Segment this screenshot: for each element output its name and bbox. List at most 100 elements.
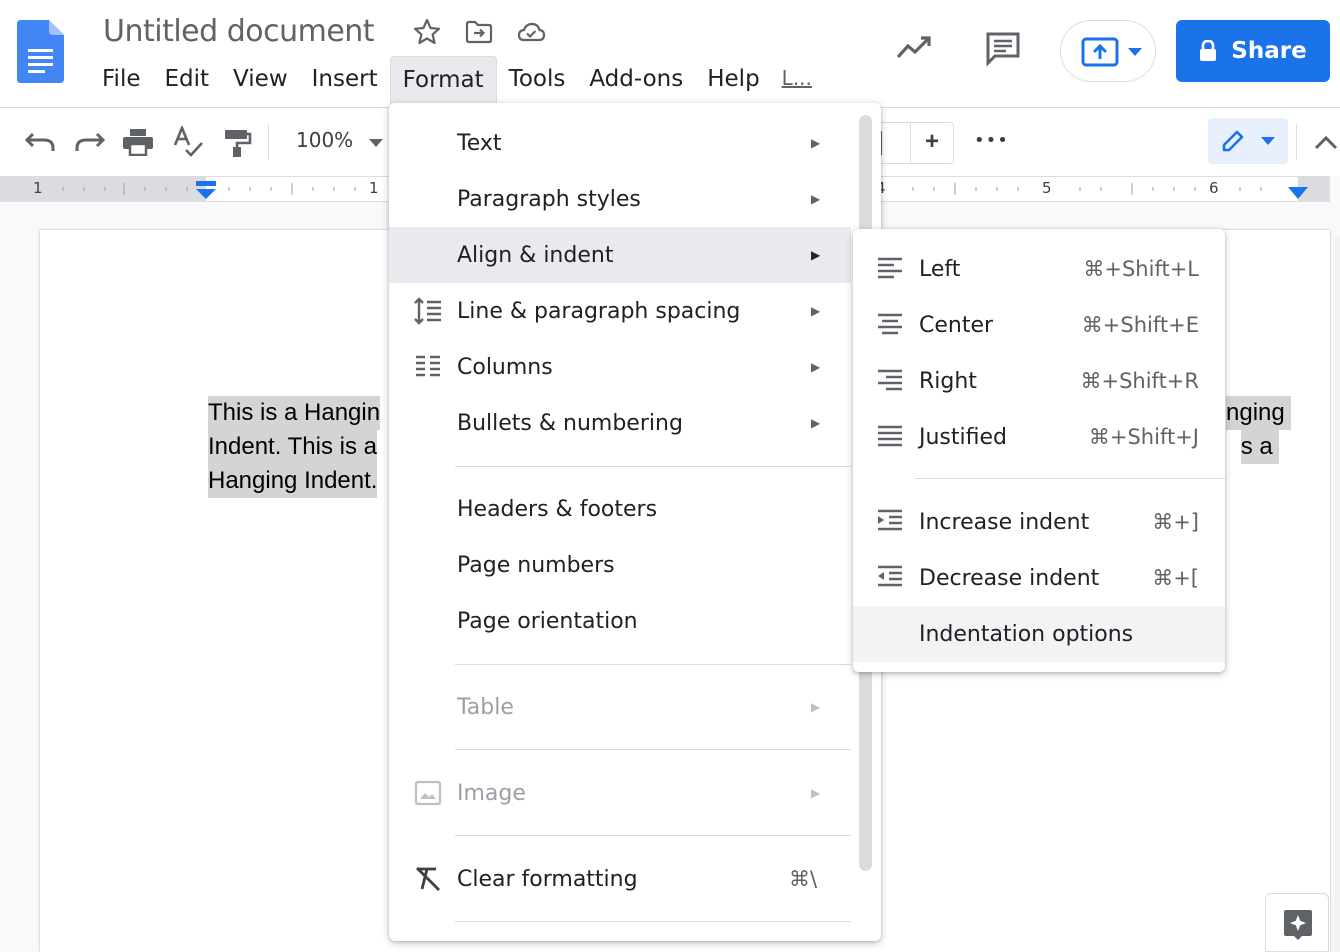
- text-line: Indent. This is a: [208, 430, 377, 464]
- menu-item-label: Table: [457, 694, 514, 720]
- submenu-item-right[interactable]: Right ⌘+Shift+R: [853, 353, 1225, 409]
- submenu-item-indentation-options[interactable]: Indentation options: [853, 606, 1225, 662]
- redo-icon[interactable]: [74, 130, 106, 154]
- increase-font-icon[interactable]: +: [910, 122, 954, 164]
- menu-item-shortcut: ⌘+Shift+L: [1083, 257, 1199, 281]
- image-icon: [414, 780, 442, 806]
- submenu-item-center[interactable]: Center ⌘+Shift+E: [853, 297, 1225, 353]
- submenu-arrow-icon: ▶: [811, 192, 821, 206]
- format-menu-item-page-numbers[interactable]: Page numbers: [389, 537, 851, 593]
- last-edit-link[interactable]: L...: [772, 56, 822, 104]
- menu-item-label: Text: [457, 130, 502, 156]
- page-text-left[interactable]: This is a Hangin Indent. This is a Hangi…: [208, 396, 381, 498]
- menu-item-shortcut: ⌘\: [789, 867, 818, 891]
- format-menu-item-table: Table ▶: [389, 679, 851, 735]
- menu-item-shortcut: ⌘+[: [1152, 566, 1199, 590]
- format-menu-item-clear-formatting[interactable]: Clear formatting ⌘\: [389, 851, 851, 907]
- move-to-folder-icon[interactable]: [464, 17, 494, 47]
- submenu-item-left[interactable]: Left ⌘+Shift+L: [853, 241, 1225, 297]
- menu-item-label: Image: [457, 780, 526, 806]
- google-docs-logo-icon[interactable]: [17, 20, 64, 83]
- comments-icon[interactable]: [984, 30, 1022, 68]
- menu-item-label: Center: [919, 312, 994, 338]
- paint-format-icon[interactable]: [222, 128, 252, 158]
- menu-file[interactable]: File: [90, 56, 153, 104]
- format-menu-item-columns[interactable]: Columns ▶: [389, 339, 851, 395]
- align-left-icon: [878, 257, 902, 279]
- menu-divider: [455, 664, 851, 665]
- format-menu-item-bullets[interactable]: Bullets & numbering ▶: [389, 395, 851, 451]
- menu-item-label: Bullets & numbering: [457, 410, 683, 436]
- menu-item-label: Justified: [919, 424, 1007, 450]
- menu-item-label: Line & paragraph spacing: [457, 298, 741, 324]
- menu-add-ons[interactable]: Add-ons: [577, 56, 695, 104]
- menu-item-label: Align & indent: [457, 242, 614, 268]
- font-size-box[interactable]: [880, 122, 912, 164]
- menu-item-label: Columns: [457, 354, 553, 380]
- format-menu-item-page-orientation[interactable]: Page orientation: [389, 593, 851, 649]
- submenu-arrow-icon: ▶: [811, 360, 821, 374]
- menu-insert[interactable]: Insert: [300, 56, 390, 104]
- toolbar-separator-right: [1296, 124, 1297, 160]
- format-menu-item-paragraph-styles[interactable]: Paragraph styles ▶: [389, 171, 851, 227]
- spellcheck-icon[interactable]: [172, 126, 204, 158]
- submenu-arrow-icon: ▶: [811, 700, 821, 714]
- present-dropdown-icon[interactable]: [1127, 47, 1143, 57]
- present-icon: [1081, 37, 1119, 67]
- document-title[interactable]: Untitled document: [103, 14, 375, 49]
- menu-item-shortcut: ⌘+]: [1152, 510, 1199, 534]
- menu-help[interactable]: Help: [695, 56, 771, 104]
- menu-item-label: Left: [919, 256, 961, 282]
- format-menu-item-line-spacing[interactable]: Line & paragraph spacing ▶: [389, 283, 851, 339]
- page-text-right[interactable]: nging s a: [1226, 396, 1291, 464]
- zoom-select[interactable]: 100%: [296, 128, 353, 152]
- menu-item-label: Paragraph styles: [457, 186, 641, 212]
- format-menu-item-headers-footers[interactable]: Headers & footers: [389, 481, 851, 537]
- zoom-dropdown-icon[interactable]: [368, 138, 384, 148]
- menu-item-label: Decrease indent: [919, 565, 1100, 591]
- menu-item-label: Indentation options: [919, 621, 1134, 647]
- share-button[interactable]: Share: [1176, 20, 1330, 82]
- text-line: Hanging Indent.: [208, 464, 378, 498]
- explore-button[interactable]: [1265, 893, 1329, 952]
- left-indent-marker-icon[interactable]: [195, 180, 217, 200]
- menu-item-label: Increase indent: [919, 509, 1090, 535]
- submenu-arrow-icon: ▶: [811, 136, 821, 150]
- text-line: This is a Hangin: [208, 396, 381, 430]
- menu-item-label: Page numbers: [457, 552, 615, 578]
- undo-icon[interactable]: [24, 130, 56, 154]
- menu-divider: [455, 466, 851, 467]
- menu-format[interactable]: Format: [389, 56, 497, 104]
- align-indent-submenu: Left ⌘+Shift+L Center ⌘+Shift+E Right ⌘+…: [853, 229, 1225, 672]
- menu-tools[interactable]: Tools: [497, 56, 578, 104]
- explore-icon: [1284, 910, 1312, 940]
- menu-edit[interactable]: Edit: [153, 56, 222, 104]
- submenu-item-justified[interactable]: Justified ⌘+Shift+J: [853, 409, 1225, 465]
- star-icon[interactable]: [412, 17, 442, 47]
- submenu-arrow-icon: ▶: [811, 304, 821, 318]
- submenu-item-increase-indent[interactable]: Increase indent ⌘+]: [853, 494, 1225, 550]
- menu-item-shortcut: ⌘+Shift+E: [1081, 313, 1199, 337]
- menu-view[interactable]: View: [221, 56, 300, 104]
- line-spacing-icon: [414, 297, 441, 325]
- menu-divider: [455, 835, 851, 836]
- columns-icon: [416, 355, 440, 377]
- align-right-icon: [878, 369, 902, 391]
- print-icon[interactable]: [122, 128, 154, 156]
- menu-item-shortcut: ⌘+Shift+J: [1088, 425, 1199, 449]
- clear-formatting-icon: [416, 867, 440, 891]
- format-menu-item-text[interactable]: Text ▶: [389, 115, 851, 171]
- page-scrollbar[interactable]: [1334, 236, 1340, 952]
- more-icon[interactable]: •••: [974, 130, 1009, 151]
- format-menu-item-align-indent[interactable]: Align & indent ▶: [389, 227, 851, 283]
- edit-mode-button[interactable]: [1208, 118, 1288, 164]
- collapse-icon[interactable]: [1314, 134, 1338, 150]
- activity-dashboard-icon[interactable]: [895, 33, 933, 63]
- right-indent-marker-icon[interactable]: [1287, 186, 1309, 200]
- submenu-item-decrease-indent[interactable]: Decrease indent ⌘+[: [853, 550, 1225, 606]
- edit-mode-dropdown-icon: [1261, 137, 1275, 145]
- menu-divider: [455, 749, 851, 750]
- format-menu: Text ▶ Paragraph styles ▶ Align & indent…: [389, 103, 881, 941]
- cloud-saved-icon[interactable]: [516, 17, 546, 47]
- present-button[interactable]: [1060, 20, 1156, 82]
